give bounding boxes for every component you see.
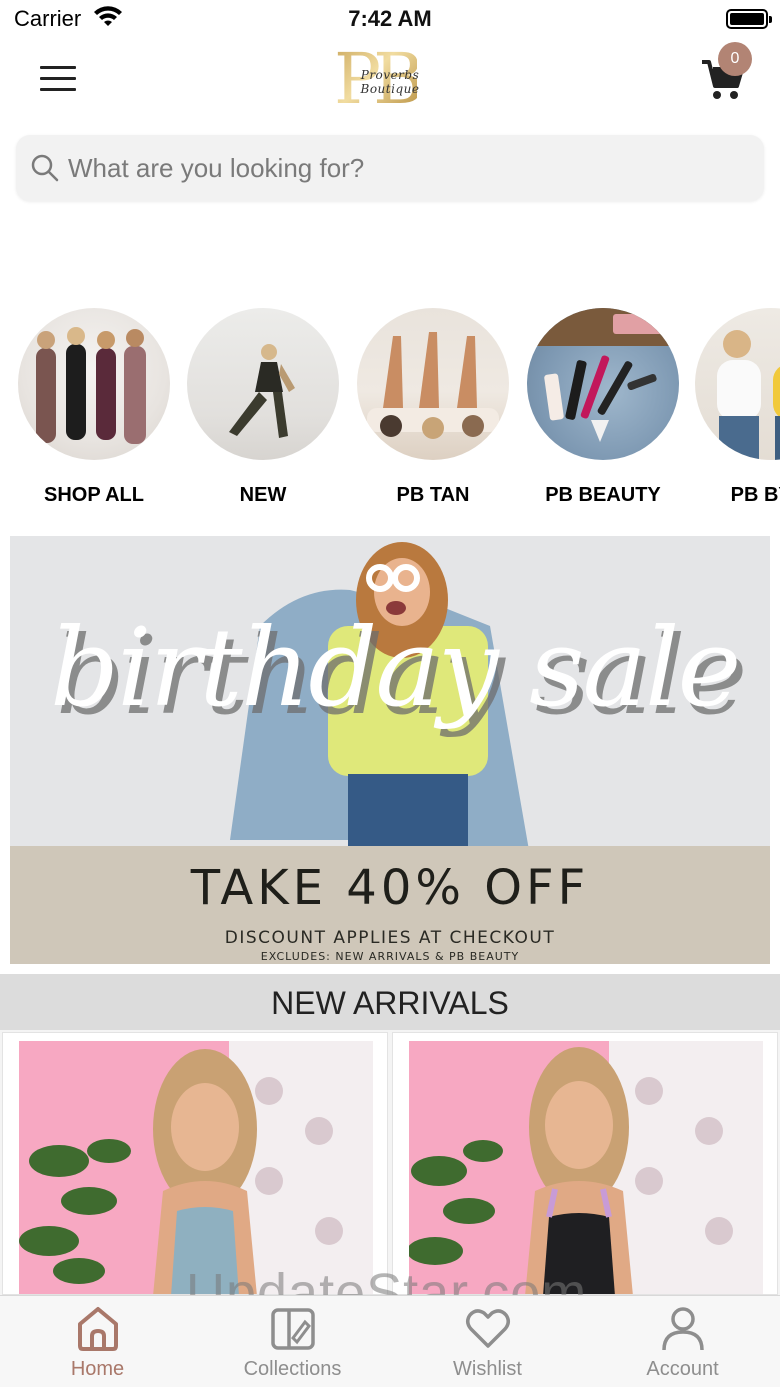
tab-label: Collections [243, 1358, 342, 1380]
tab-bar: Home Collections Wishlist Account [0, 1295, 780, 1387]
category-image [187, 308, 339, 460]
category-pb-beauty[interactable]: PB BEAUTY [518, 308, 688, 507]
category-label: NEW [239, 484, 287, 506]
banner-note: DISCOUNT APPLIES AT CHECKOUT [224, 928, 556, 948]
banner-offer-band: TAKE 40% OFF DISCOUNT APPLIES AT CHECKOU… [10, 846, 770, 964]
category-pb-tan[interactable]: PB TAN [348, 308, 518, 507]
collections-icon [270, 1308, 315, 1350]
tab-label: Account [646, 1358, 719, 1380]
tab-wishlist[interactable]: Wishlist [390, 1304, 585, 1381]
category-pb-by-d[interactable]: PB BY D [686, 308, 780, 507]
account-icon [661, 1307, 704, 1351]
category-label: PB TAN [396, 484, 470, 506]
tab-label: Home [70, 1358, 125, 1380]
product-grid [0, 1030, 780, 1295]
battery-icon [726, 9, 772, 29]
promo-banner[interactable]: birthday sale TAKE 40% OFF DISCOUNT APPL… [10, 536, 770, 964]
cart-count-badge[interactable]: 0 [718, 42, 752, 76]
brand-logo[interactable]: PB Proverbs Boutique [330, 38, 450, 120]
category-carousel[interactable]: SHOP ALL NEW PB TAN PB BEAUTY PB B [0, 308, 780, 518]
status-bar: Carrier 7:42 AM [0, 0, 780, 40]
category-image [18, 308, 170, 460]
product-card[interactable] [392, 1032, 778, 1295]
category-image [695, 308, 780, 460]
search-bar[interactable] [16, 135, 764, 201]
tab-home[interactable]: Home [0, 1304, 195, 1381]
tab-label: Wishlist [453, 1358, 522, 1380]
clock: 7:42 AM [348, 6, 432, 31]
category-image [527, 308, 679, 460]
tab-account[interactable]: Account [585, 1304, 780, 1381]
banner-script-title: birthday sale [50, 606, 741, 731]
search-icon [31, 154, 59, 182]
product-image [19, 1041, 373, 1294]
banner-headline: TAKE 40% OFF [190, 860, 590, 916]
logo-script: Proverbs Boutique [360, 68, 420, 96]
new-arrivals-heading: NEW ARRIVALS [0, 974, 780, 1030]
home-icon [77, 1307, 118, 1351]
heart-icon [465, 1309, 510, 1348]
product-card[interactable] [2, 1032, 388, 1295]
tab-collections[interactable]: Collections [195, 1304, 390, 1381]
search-input[interactable] [68, 147, 748, 189]
category-shop-all[interactable]: SHOP ALL [9, 308, 179, 507]
category-label: SHOP ALL [43, 484, 144, 506]
category-label: PB BEAUTY [545, 484, 661, 506]
menu-icon[interactable] [40, 66, 76, 92]
category-new[interactable]: NEW [178, 308, 348, 507]
product-image [409, 1041, 763, 1294]
category-label: PB BY D [730, 484, 780, 506]
app-header: PB Proverbs Boutique [0, 38, 780, 120]
banner-exclusion: EXCLUDES: NEW ARRIVALS & PB BEAUTY [260, 950, 520, 963]
category-image [357, 308, 509, 460]
